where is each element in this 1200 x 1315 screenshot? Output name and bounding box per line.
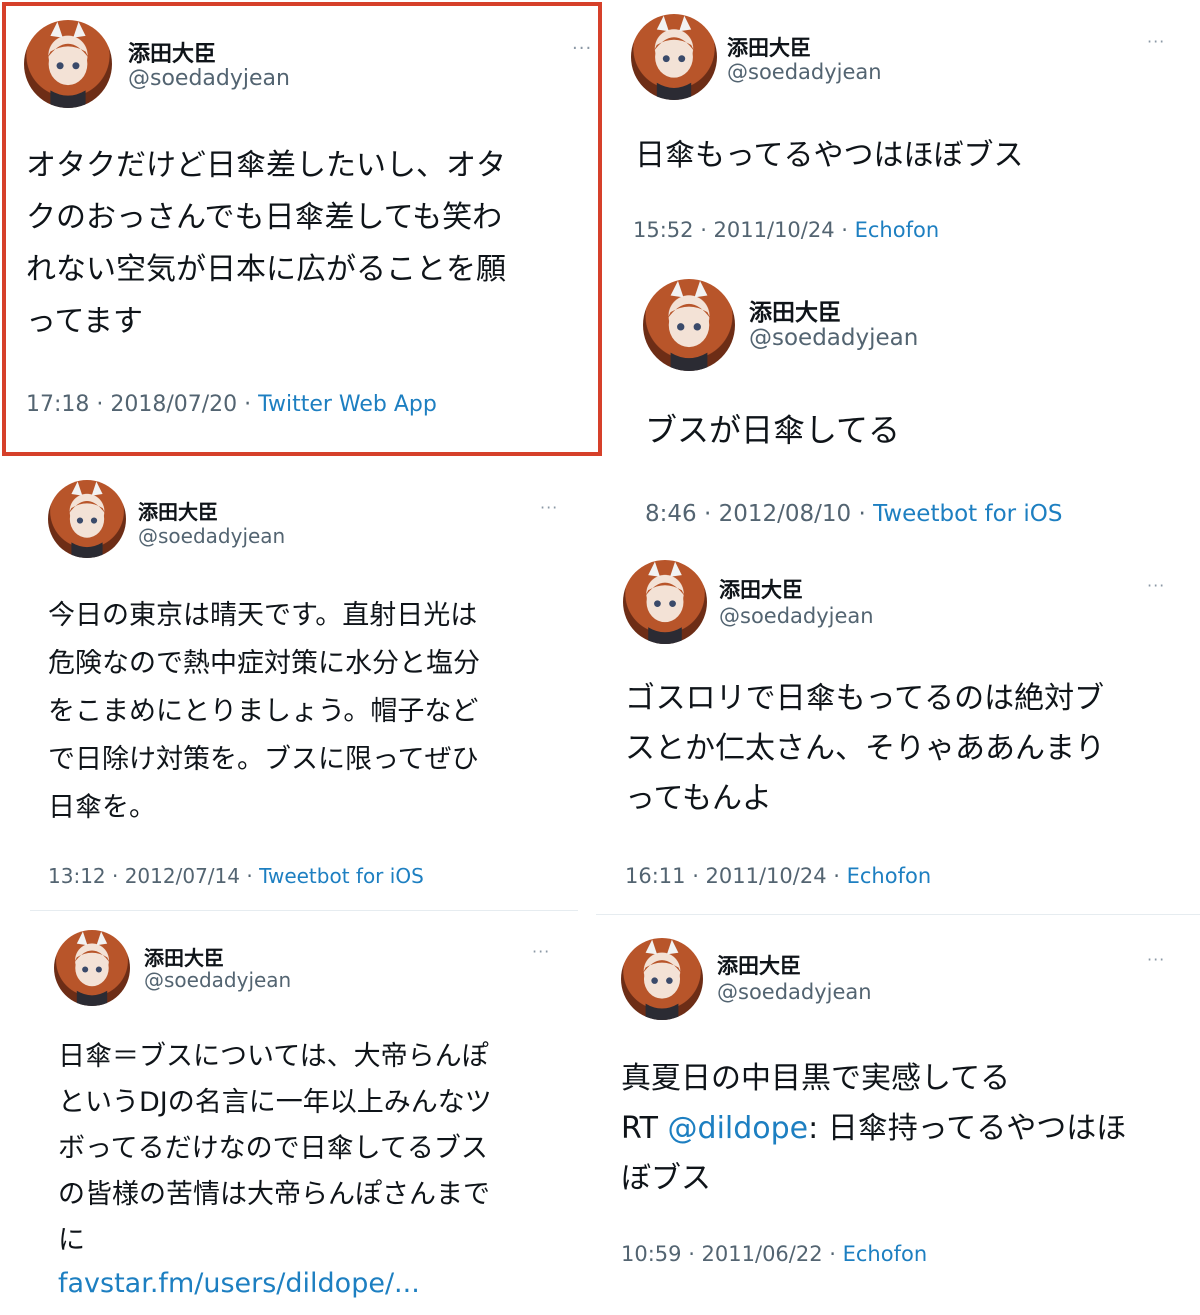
user-handle[interactable]: @soedadyjean <box>717 980 872 1004</box>
tweet-card: 添田大臣 @soedadyjean ··· 日傘もってるやつはほぼブス 15:5… <box>605 0 1200 262</box>
avatar-illustration <box>642 939 682 1020</box>
tweet-text-fragment: : 日傘持ってるやつはほ <box>808 1111 1127 1146</box>
tweet-source-link[interactable]: Echofon <box>847 864 932 888</box>
tweet-timestamp[interactable]: 10:59 · 2011/06/22 · <box>621 1242 843 1266</box>
tweet-timestamp[interactable]: 13:12 · 2012/07/14 · <box>48 864 259 888</box>
avatar[interactable] <box>48 480 126 558</box>
tweet-card: 添田大臣 @soedadyjean ··· ゴスロリで日傘もってるのは絶対ブ ス… <box>605 550 1200 910</box>
tweet-meta: 8:46 · 2012/08/10 · Tweetbot for iOS <box>645 501 1063 527</box>
tweet-text-line: RT @dildope: 日傘持ってるやつはほ <box>621 1104 1181 1154</box>
user-handle[interactable]: @soedadyjean <box>138 524 285 548</box>
tweet-text: ゴスロリで日傘もってるのは絶対ブ スとか仁太さん、そりゃああんまり ってもんよ <box>625 681 1105 816</box>
avatar-illustration <box>653 15 695 100</box>
tweet-meta: 15:52 · 2011/10/24 · Echofon <box>633 218 939 242</box>
retweet-prefix: RT <box>621 1111 668 1146</box>
tweet-text: 日傘＝ブスについては、大帝らんぽ というDJの名言に一年以上みんなツ ボってるだ… <box>58 1041 492 1256</box>
tweet-text: 今日の東京は晴天です。直射日光は 危険なので熱中症対策に水分と塩分 をこまめにと… <box>48 600 480 823</box>
avatar-illustration <box>644 561 686 644</box>
avatar[interactable] <box>621 938 703 1020</box>
tweet-text-line: ぼブス <box>621 1161 711 1196</box>
divider <box>30 910 578 911</box>
display-name[interactable]: 添田大臣 <box>717 950 801 980</box>
tweet-source-link[interactable]: Tweetbot for iOS <box>259 864 424 888</box>
display-name[interactable]: 添田大臣 <box>727 32 811 62</box>
avatar[interactable] <box>623 560 707 644</box>
avatar[interactable] <box>54 930 130 1006</box>
avatar-illustration <box>666 280 712 371</box>
display-name[interactable]: 添田大臣 <box>144 942 224 971</box>
tweet-source-link[interactable]: Echofon <box>855 218 940 242</box>
tweet-meta: 16:11 · 2011/10/24 · Echofon <box>625 864 931 888</box>
tweet-card: 添田大臣 @soedadyjean ブスが日傘してる 8:46 · 2012/0… <box>605 265 1200 545</box>
more-options-icon[interactable]: ··· <box>1147 32 1165 51</box>
user-handle[interactable]: @soedadyjean <box>719 604 874 628</box>
display-name[interactable]: 添田大臣 <box>138 496 218 525</box>
tweet-timestamp[interactable]: 8:46 · 2012/08/10 · <box>645 501 873 527</box>
tweet-text: ブスが日傘してる <box>645 411 901 449</box>
tweet-card: 添田大臣 @soedadyjean ··· 真夏日の中目黒で実感してる RT @… <box>605 920 1200 1315</box>
more-options-icon[interactable]: ··· <box>532 942 550 961</box>
tweet-card: 添田大臣 @soedadyjean ··· 日傘＝ブスについては、大帝らんぽ と… <box>0 918 600 1315</box>
tweet-timestamp[interactable]: 16:11 · 2011/10/24 · <box>625 864 847 888</box>
mention-link[interactable]: @dildope <box>668 1111 809 1146</box>
divider <box>596 914 1200 915</box>
tweet-meta: 13:12 · 2012/07/14 · Tweetbot for iOS <box>48 864 424 888</box>
user-handle[interactable]: @soedadyjean <box>144 968 291 992</box>
tweet-text: 真夏日の中目黒で実感してる RT @dildope: 日傘持ってるやつはほ ぼブ… <box>621 1054 1181 1204</box>
user-handle[interactable]: @soedadyjean <box>727 60 882 84</box>
display-name[interactable]: 添田大臣 <box>719 574 803 604</box>
display-name[interactable]: 添田大臣 <box>749 293 841 327</box>
more-options-icon[interactable]: ··· <box>1147 576 1165 595</box>
tweet-timestamp[interactable]: 15:52 · 2011/10/24 · <box>633 218 855 242</box>
avatar-illustration <box>73 931 111 1006</box>
tweet-meta: 10:59 · 2011/06/22 · Echofon <box>621 1242 927 1266</box>
highlight-frame <box>2 2 602 456</box>
tweet-link[interactable]: favstar.fm/users/dildope/... <box>58 1264 420 1304</box>
more-options-icon[interactable]: ··· <box>540 498 558 517</box>
avatar[interactable] <box>643 279 735 371</box>
avatar[interactable] <box>631 14 717 100</box>
more-options-icon[interactable]: ··· <box>1147 950 1165 969</box>
tweet-source-link[interactable]: Tweetbot for iOS <box>873 501 1062 527</box>
tweet-text-line: 真夏日の中目黒で実感してる <box>621 1061 1011 1096</box>
tweet-card: 添田大臣 @soedadyjean ··· 今日の東京は晴天です。直射日光は 危… <box>0 470 600 910</box>
tweet-text: 日傘もってるやつはほぼブス <box>635 138 1024 173</box>
avatar-illustration <box>68 481 106 558</box>
tweet-source-link[interactable]: Echofon <box>843 1242 928 1266</box>
user-handle[interactable]: @soedadyjean <box>749 325 918 351</box>
